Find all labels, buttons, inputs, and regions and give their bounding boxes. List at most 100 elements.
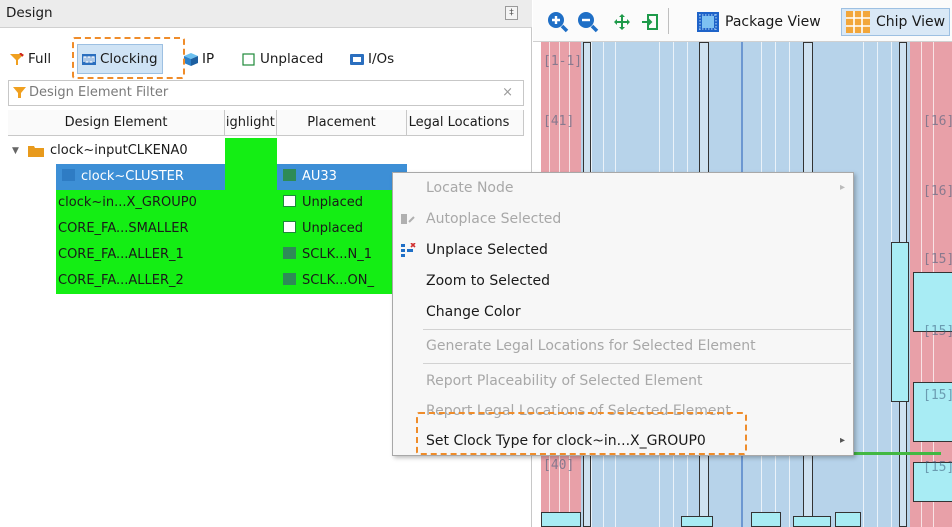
cluster-icon <box>62 169 75 181</box>
placement-cell: Unplaced <box>277 216 407 242</box>
column-header-design-element[interactable]: Design Element <box>8 110 225 136</box>
menu-separator <box>423 363 851 364</box>
zoom-out-icon[interactable] <box>577 11 599 33</box>
menu-item-label: Locate Node <box>426 180 514 196</box>
menu-item-locate-node[interactable]: Locate Node ▸ <box>393 173 853 203</box>
placement-text: SCLK...N_1 <box>302 247 372 262</box>
placement-cell: SCLK...N_1 <box>277 242 407 268</box>
autoplace-icon <box>401 214 415 224</box>
panel-title: Design <box>6 5 53 21</box>
highlight-swatch[interactable] <box>225 268 277 294</box>
export-icon[interactable] <box>641 13 659 31</box>
region-label: [1-1] <box>543 54 583 69</box>
menu-item-generate-legal-locations[interactable]: Generate Legal Locations for Selected El… <box>393 331 853 361</box>
element-name: clock~CLUSTER <box>56 164 225 190</box>
element-name-text: clock~CLUSTER <box>81 169 184 184</box>
region-label: [40] <box>543 458 575 473</box>
menu-item-change-color[interactable]: Change Color <box>393 297 853 327</box>
full-filter-icon <box>10 52 24 65</box>
element-name: CORE_FA...SMALLER <box>56 216 225 242</box>
filter-ios-button[interactable]: I/Os <box>346 44 398 74</box>
chip-view-icon <box>846 11 870 33</box>
filter-full-button[interactable]: Full <box>6 44 55 74</box>
unplaced-checkbox-icon <box>242 52 255 66</box>
placement-text: AU33 <box>302 169 337 184</box>
submenu-arrow-icon: ▸ <box>839 182 845 193</box>
placed-block[interactable] <box>835 512 861 527</box>
column-header-placement[interactable]: Placement <box>277 110 407 136</box>
element-name: clock~in...X_GROUP0 <box>56 190 225 216</box>
unplaced-icon <box>283 195 296 207</box>
annotation-highlight-set-clock-type <box>416 412 747 455</box>
filter-ip-button[interactable]: IP <box>180 44 218 74</box>
panel-title-bar: Design ‡ <box>0 0 532 28</box>
menu-item-report-placeability[interactable]: Report Placeability of Selected Element <box>393 366 853 396</box>
chip-view-button[interactable]: Chip View <box>841 8 951 36</box>
menu-item-label: Autoplace Selected <box>426 211 562 227</box>
placed-block[interactable] <box>891 242 909 402</box>
menu-item-label: Unplace Selected <box>426 242 548 258</box>
menu-item-autoplace-selected[interactable]: Autoplace Selected <box>393 204 853 234</box>
placement-cell: AU33 <box>277 164 407 190</box>
menu-item-zoom-to-selected[interactable]: Zoom to Selected <box>393 266 853 296</box>
ip-icon <box>184 52 198 66</box>
expand-arrow-icon[interactable]: ▼ <box>12 138 26 164</box>
column-header-highlight[interactable]: Highlight <box>225 110 277 136</box>
highlight-swatch[interactable] <box>225 216 277 242</box>
zoom-in-icon[interactable] <box>547 11 569 33</box>
package-view-label: Package View <box>725 14 821 30</box>
io-icon <box>350 53 364 65</box>
unplace-icon <box>401 243 416 257</box>
menu-item-label: Change Color <box>426 304 521 320</box>
placed-icon <box>283 247 296 259</box>
placement-text: Unplaced <box>302 195 363 210</box>
placed-icon <box>283 169 296 181</box>
highlight-swatch[interactable] <box>225 242 277 268</box>
filter-ip-label: IP <box>202 51 215 67</box>
placement-text: SCLK...ON_ <box>302 273 374 288</box>
design-element-filter-input[interactable]: Design Element Filter × <box>8 80 524 106</box>
placed-block[interactable] <box>913 272 952 332</box>
submenu-arrow-icon: ▸ <box>839 435 845 446</box>
region-label: [15] <box>923 324 952 339</box>
placed-block[interactable] <box>681 516 713 527</box>
highlight-swatch[interactable] <box>225 138 277 164</box>
region-label: [15] <box>923 252 952 267</box>
filter-unplaced-button[interactable]: Unplaced <box>238 44 327 74</box>
highlighted-clock-route <box>841 452 941 455</box>
filter-unplaced-label: Unplaced <box>260 51 324 67</box>
package-view-icon <box>697 12 719 32</box>
region-label: [16] <box>923 114 952 129</box>
placement-cell: SCLK...ON_ <box>277 268 407 294</box>
search-placeholder: Design Element Filter <box>29 85 169 100</box>
unplaced-icon <box>283 221 296 233</box>
filter-full-label: Full <box>28 51 52 67</box>
fit-view-icon[interactable] <box>613 13 631 31</box>
menu-item-unplace-selected[interactable]: Unplace Selected <box>393 235 853 265</box>
highlight-swatch[interactable] <box>225 190 277 216</box>
toolbar-separator <box>668 8 669 34</box>
placement-cell: Unplaced <box>277 190 407 216</box>
menu-item-label: Generate Legal Locations for Selected El… <box>426 338 756 354</box>
pin-icon[interactable]: ‡ <box>505 6 518 20</box>
placed-block[interactable] <box>793 516 831 527</box>
placed-block[interactable] <box>751 512 781 527</box>
menu-item-label: Report Placeability of Selected Element <box>426 373 703 389</box>
column-header-legal-locations[interactable]: Legal Locations <box>407 110 524 136</box>
clear-icon[interactable]: × <box>502 85 513 100</box>
region-label: [15] <box>923 460 952 475</box>
region-label: [15] <box>923 388 952 403</box>
menu-item-label: Zoom to Selected <box>426 273 551 289</box>
annotation-highlight-clocking <box>72 37 185 79</box>
chip-view-label: Chip View <box>876 14 946 30</box>
menu-separator <box>423 329 851 330</box>
element-name: CORE_FA...ALLER_2 <box>56 268 225 294</box>
package-view-button[interactable]: Package View <box>697 10 821 34</box>
region-label: [41] <box>543 114 575 129</box>
filter-ios-label: I/Os <box>368 51 395 67</box>
table-row[interactable]: ▼ clock~inputCLKENA0 <box>8 138 524 164</box>
highlight-swatch[interactable] <box>225 164 277 190</box>
placed-block[interactable] <box>541 512 581 527</box>
element-name: CORE_FA...ALLER_1 <box>56 242 225 268</box>
placed-icon <box>283 273 296 285</box>
